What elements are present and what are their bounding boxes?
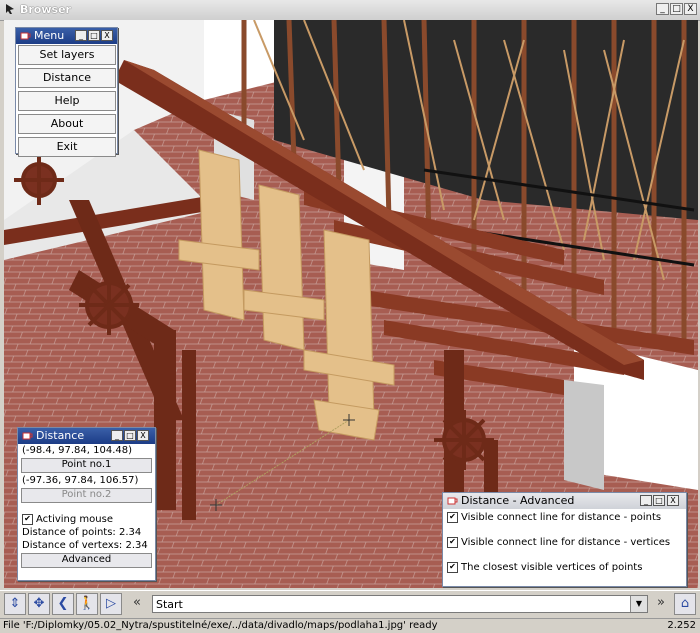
option-label: The closest visible vertices of points (461, 562, 643, 573)
closest-vertices-checkbox[interactable]: ✔ (447, 561, 458, 573)
status-bar: File 'F:/Diplomky/05.02_Nytra/spustiteln… (0, 618, 700, 633)
chevron-down-icon[interactable]: ▼ (630, 596, 647, 612)
line-vertices-checkbox[interactable]: ✔ (447, 536, 458, 548)
menu-minimize-button[interactable]: _ (75, 30, 87, 41)
advanced-frame-title: Distance - Advanced (461, 494, 575, 507)
advanced-minimize-button[interactable]: _ (640, 495, 652, 506)
rotate-left-icon[interactable]: ❮ (52, 593, 74, 615)
window-close-button[interactable]: X (684, 3, 697, 15)
point2-button[interactable]: Point no.2 (21, 488, 152, 503)
window-title: Browser (20, 3, 71, 16)
up-down-arrow-icon[interactable]: ⇕ (4, 593, 26, 615)
zoom-level: 2.252 (667, 620, 696, 631)
distance-close-button[interactable]: X (137, 430, 149, 441)
distance-of-points: Distance of points: 2.34 (22, 527, 142, 538)
advanced-frame-titlebar[interactable]: Distance - Advanced _ □ X (443, 493, 686, 509)
point2-coordinates: (-97.36, 97.84, 106.57) (22, 475, 139, 486)
distance-minimize-button[interactable]: _ (111, 430, 123, 441)
fly-icon[interactable]: ▷ (100, 593, 122, 615)
window-minimize-button[interactable]: _ (656, 3, 669, 15)
move-cross-icon[interactable]: ✥ (28, 593, 50, 615)
advanced-maximize-button[interactable]: □ (653, 495, 665, 506)
distance-frame-title: Distance (36, 429, 85, 442)
distance-of-vertexs: Distance of vertexs: 2.34 (22, 540, 148, 551)
exit-button[interactable]: Exit (18, 137, 116, 157)
viewpoint-combo[interactable]: Start ▼ (152, 595, 648, 613)
help-button[interactable]: Help (18, 91, 116, 111)
option-closest-vertices[interactable]: ✔ The closest visible vertices of points (443, 559, 686, 584)
point1-button[interactable]: Point no.1 (21, 458, 152, 473)
advanced-button[interactable]: Advanced (21, 553, 152, 568)
distance-maximize-button[interactable]: □ (124, 430, 136, 441)
java-cup-icon (6, 4, 14, 14)
navigation-toolbar: ⇕ ✥ ❮ 🚶 ▷ « Start ▼ » ⌂ (0, 590, 700, 619)
walk-person-icon[interactable]: 🚶 (76, 593, 98, 615)
activing-mouse-row[interactable]: ✔ Activing mouse (18, 513, 155, 526)
advanced-close-button[interactable]: X (667, 495, 679, 506)
back-icon[interactable]: « (126, 593, 148, 615)
point1-coordinates: (-98.4, 97.84, 104.48) (22, 445, 133, 456)
menu-frame: Menu _ □ X Set layers Distance Help Abou… (15, 27, 118, 157)
menu-maximize-button[interactable]: □ (88, 30, 100, 41)
option-label: Visible connect line for distance - vert… (461, 537, 671, 548)
menu-frame-title: Menu (34, 29, 65, 42)
window-titlebar: Browser _ □ X (0, 0, 700, 21)
distance-button[interactable]: Distance (18, 68, 116, 88)
menu-frame-titlebar[interactable]: Menu _ □ X (16, 28, 117, 44)
distance-frame-titlebar[interactable]: Distance _ □ X (18, 428, 155, 444)
distance-advanced-frame: Distance - Advanced _ □ X ✔ Visible conne… (442, 492, 687, 587)
status-text: File 'F:/Diplomky/05.02_Nytra/spustiteln… (3, 620, 438, 631)
home-icon[interactable]: ⌂ (674, 593, 696, 615)
about-button[interactable]: About (18, 114, 116, 134)
java-cup-icon (447, 497, 458, 505)
java-cup-icon (20, 32, 31, 40)
forward-icon[interactable]: » (650, 593, 672, 615)
viewpoint-combo-value: Start (156, 598, 183, 611)
window-maximize-button[interactable]: □ (670, 3, 683, 15)
line-points-checkbox[interactable]: ✔ (447, 511, 458, 523)
option-line-points[interactable]: ✔ Visible connect line for distance - poi… (443, 509, 686, 534)
menu-close-button[interactable]: X (101, 30, 113, 41)
option-label: Visible connect line for distance - poin… (461, 512, 662, 523)
java-cup-icon (22, 432, 33, 440)
option-line-vertices[interactable]: ✔ Visible connect line for distance - ver… (443, 534, 686, 559)
activing-mouse-checkbox[interactable]: ✔ (22, 513, 33, 525)
distance-frame: Distance _ □ X (-98.4, 97.84, 104.48) Po… (17, 427, 156, 581)
set-layers-button[interactable]: Set layers (18, 45, 116, 65)
activing-mouse-label: Activing mouse (36, 514, 113, 525)
